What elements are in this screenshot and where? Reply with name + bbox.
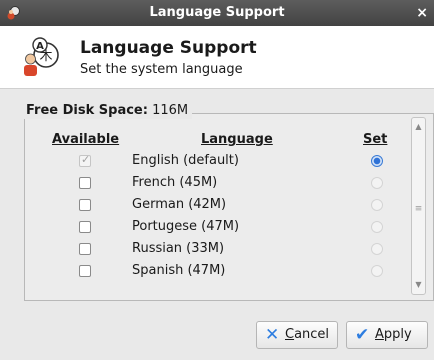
header-title: Language Support [80, 38, 257, 58]
svg-text:A: A [36, 41, 44, 52]
set-language-radio[interactable] [371, 155, 383, 167]
set-language-radio[interactable] [371, 265, 383, 277]
set-language-radio[interactable] [371, 199, 383, 211]
available-checkbox[interactable] [79, 221, 91, 233]
language-row[interactable]: Spanish (47M) [30, 261, 400, 283]
language-label: English (default) [132, 153, 239, 168]
set-language-radio[interactable] [371, 177, 383, 189]
apply-check-icon: ✔ [355, 325, 370, 345]
disk-space-label: Free Disk Space: 116M [24, 103, 193, 119]
scroll-down-icon[interactable]: ▼ [412, 278, 425, 292]
scroll-grip-icon: ≡ [414, 204, 423, 214]
language-label: German (42M) [132, 197, 227, 212]
language-row[interactable]: Russian (33M) [30, 239, 400, 261]
column-language: Language [201, 132, 273, 147]
apply-label: Apply [375, 327, 412, 342]
language-row[interactable]: Portugese (47M) [30, 217, 400, 239]
available-checkbox[interactable] [79, 177, 91, 189]
header-subtitle: Set the system language [80, 62, 243, 77]
language-label: French (45M) [132, 175, 218, 190]
available-checkbox[interactable] [79, 243, 91, 255]
language-label: Portugese (47M) [132, 219, 240, 234]
language-globe-icon: 木 A [24, 37, 59, 76]
language-row[interactable]: ✓ English (default) [30, 151, 400, 173]
checkmark-icon: ✓ [81, 153, 91, 166]
available-checkbox: ✓ [79, 153, 91, 167]
language-label: Spanish (47M) [132, 263, 226, 278]
cancel-x-icon: ✕ [265, 325, 280, 345]
set-language-radio[interactable] [371, 243, 383, 255]
column-available: Available [52, 132, 120, 147]
disk-space-value: 116M [152, 103, 189, 118]
language-label: Russian (33M) [132, 241, 225, 256]
set-language-radio[interactable] [371, 221, 383, 233]
scrollbar[interactable]: ▲ ≡ ▼ [411, 117, 426, 295]
window-title: Language Support [149, 5, 285, 20]
disk-space-caption: Free Disk Space: [26, 103, 148, 118]
header-banner: 木 A Language Support Set the system lang… [0, 26, 434, 89]
apply-button[interactable]: ✔ Apply [346, 321, 428, 349]
cancel-button[interactable]: ✕ Cancel [256, 321, 338, 349]
language-row[interactable]: German (42M) [30, 195, 400, 217]
available-checkbox[interactable] [79, 199, 91, 211]
close-icon[interactable]: × [416, 0, 428, 26]
available-checkbox[interactable] [79, 265, 91, 277]
title-bar: Language Support × [0, 0, 434, 26]
column-set: Set [363, 132, 388, 147]
language-row[interactable]: French (45M) [30, 173, 400, 195]
cancel-label: Cancel [285, 327, 330, 342]
scroll-up-icon[interactable]: ▲ [412, 120, 425, 134]
